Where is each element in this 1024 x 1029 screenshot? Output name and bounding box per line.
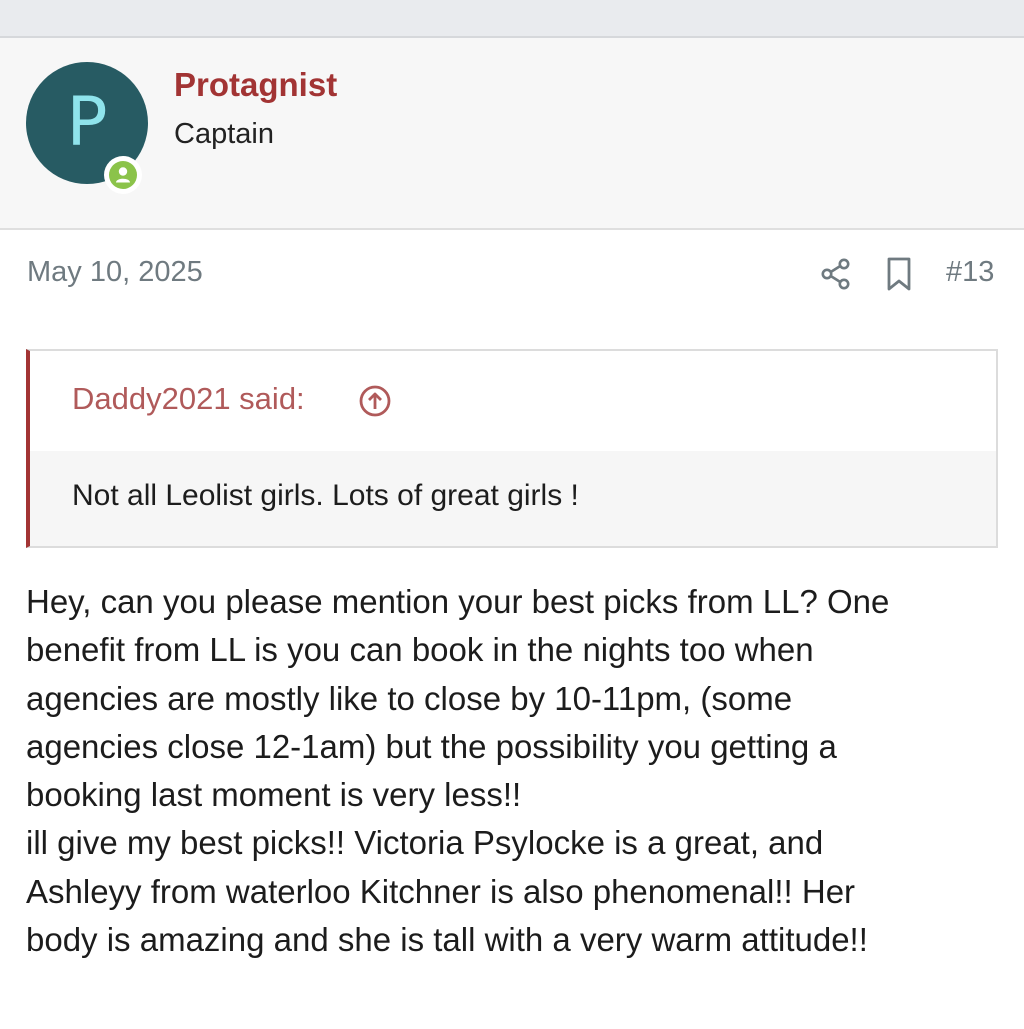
- user-title: Captain: [174, 118, 274, 150]
- message-line: Hey, can you please mention your best pi…: [26, 583, 890, 620]
- message-line: benefit from LL is you can book in the n…: [26, 631, 814, 669]
- post-user-header: P Protagnist Captain: [0, 38, 1024, 230]
- quote-block: Daddy2021 said: Not all Leolist girls. L…: [26, 349, 998, 548]
- message-line: booking last moment is very less!!: [26, 776, 522, 814]
- quote-header: Daddy2021 said:: [30, 351, 996, 451]
- message-line: body is amazing and she is tall with a v…: [26, 921, 868, 959]
- avatar-letter: P: [66, 83, 108, 162]
- message-line: ill give my best picks!! Victoria Psyloc…: [26, 824, 824, 862]
- top-bar: [0, 0, 1024, 38]
- post-number-link[interactable]: #13: [946, 256, 994, 289]
- message-line: agencies close 12-1am) but the possibili…: [26, 727, 837, 765]
- message-line: agencies are mostly like to close by 10-…: [26, 679, 793, 717]
- quote-author-link[interactable]: Daddy2021 said:: [72, 381, 305, 417]
- share-icon[interactable]: [820, 256, 852, 292]
- message-line: Ashleyy from waterloo Kitchner is also p…: [26, 872, 856, 910]
- username-link[interactable]: Protagnist: [174, 66, 337, 104]
- post-message-body: Hey, can you please mention your best pi…: [26, 578, 1006, 964]
- quote-content: Not all Leolist girls. Lots of great gir…: [30, 451, 996, 546]
- arrow-up-circle-icon[interactable]: [358, 384, 392, 418]
- quote-text: Not all Leolist girls. Lots of great gir…: [72, 479, 579, 512]
- online-user-icon: [116, 167, 130, 183]
- post-date-link[interactable]: May 10, 2025: [27, 256, 203, 289]
- online-status-badge: [104, 156, 142, 194]
- bookmark-icon[interactable]: [885, 256, 913, 292]
